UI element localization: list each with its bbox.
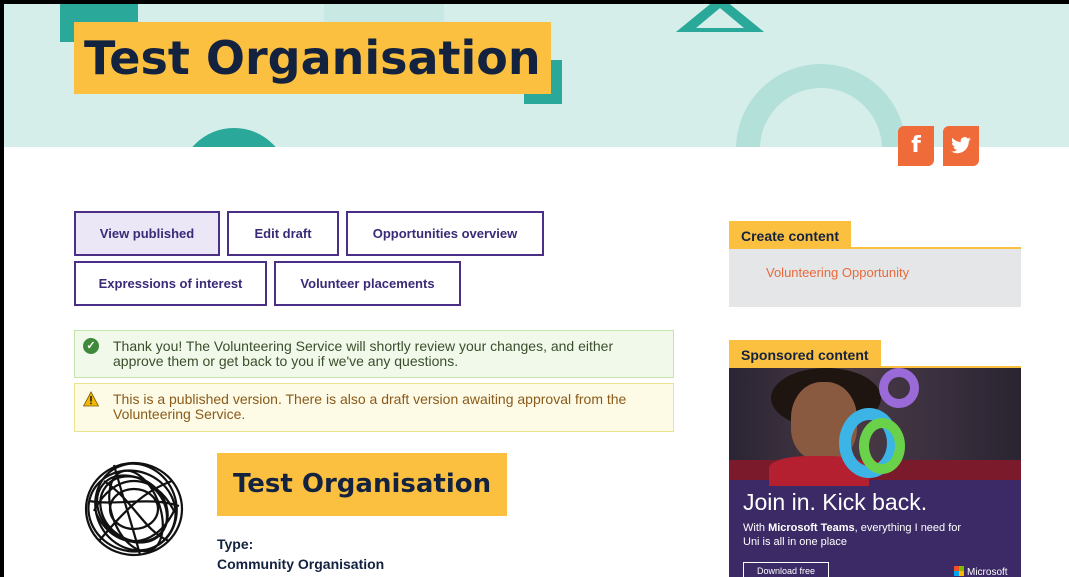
download-free-button[interactable]: Download free xyxy=(743,562,829,577)
ad-body-brand: Microsoft Teams xyxy=(768,522,855,534)
ad-headline: Join in. Kick back. xyxy=(743,489,928,515)
microsoft-logo-icon xyxy=(954,566,964,576)
tab-view-published[interactable]: View published xyxy=(74,211,220,256)
decorative-triangle-inner xyxy=(696,8,744,28)
tab-volunteer-placements[interactable]: Volunteer placements xyxy=(274,261,461,306)
facebook-icon[interactable]: f xyxy=(898,126,934,166)
page-title: Test Organisation xyxy=(74,22,551,94)
tab-expressions-of-interest[interactable]: Expressions of interest xyxy=(74,261,267,306)
create-content-heading: Create content xyxy=(729,221,852,249)
type-label: Type: xyxy=(217,536,254,552)
ad-swirl-green xyxy=(859,418,905,474)
decorative-semicircle xyxy=(179,128,289,147)
warning-alert: This is a published version. There is al… xyxy=(74,383,674,432)
twitter-bird-icon xyxy=(951,137,971,154)
volunteering-opportunity-link[interactable]: Volunteering Opportunity xyxy=(766,265,909,280)
sponsored-content-heading: Sponsored content xyxy=(729,340,881,368)
tab-edit-draft[interactable]: Edit draft xyxy=(227,211,339,256)
success-alert: ✓ Thank you! The Volunteering Service wi… xyxy=(74,330,674,378)
decorative-ring xyxy=(736,64,906,147)
warning-triangle-icon xyxy=(83,391,99,407)
warning-message: This is a published version. There is al… xyxy=(113,391,627,422)
ad-body-prefix: With xyxy=(743,522,769,534)
organisation-name: Test Organisation xyxy=(217,453,508,516)
check-circle-icon: ✓ xyxy=(83,338,99,354)
sponsored-ad[interactable]: Join in. Kick back. With Microsoft Teams… xyxy=(729,368,1021,577)
ad-swirl-purple xyxy=(879,368,919,408)
twitter-icon[interactable] xyxy=(943,126,979,166)
ad-body: With Microsoft Teams, everything I need … xyxy=(743,521,973,549)
type-value: Community Organisation xyxy=(217,556,385,572)
organisation-logo xyxy=(74,451,194,567)
tab-opportunities-overview[interactable]: Opportunities overview xyxy=(346,211,544,256)
microsoft-brand-label: Microsoft xyxy=(967,567,1008,577)
success-message: Thank you! The Volunteering Service will… xyxy=(113,338,614,369)
microsoft-brand: Microsoft xyxy=(954,566,1008,577)
